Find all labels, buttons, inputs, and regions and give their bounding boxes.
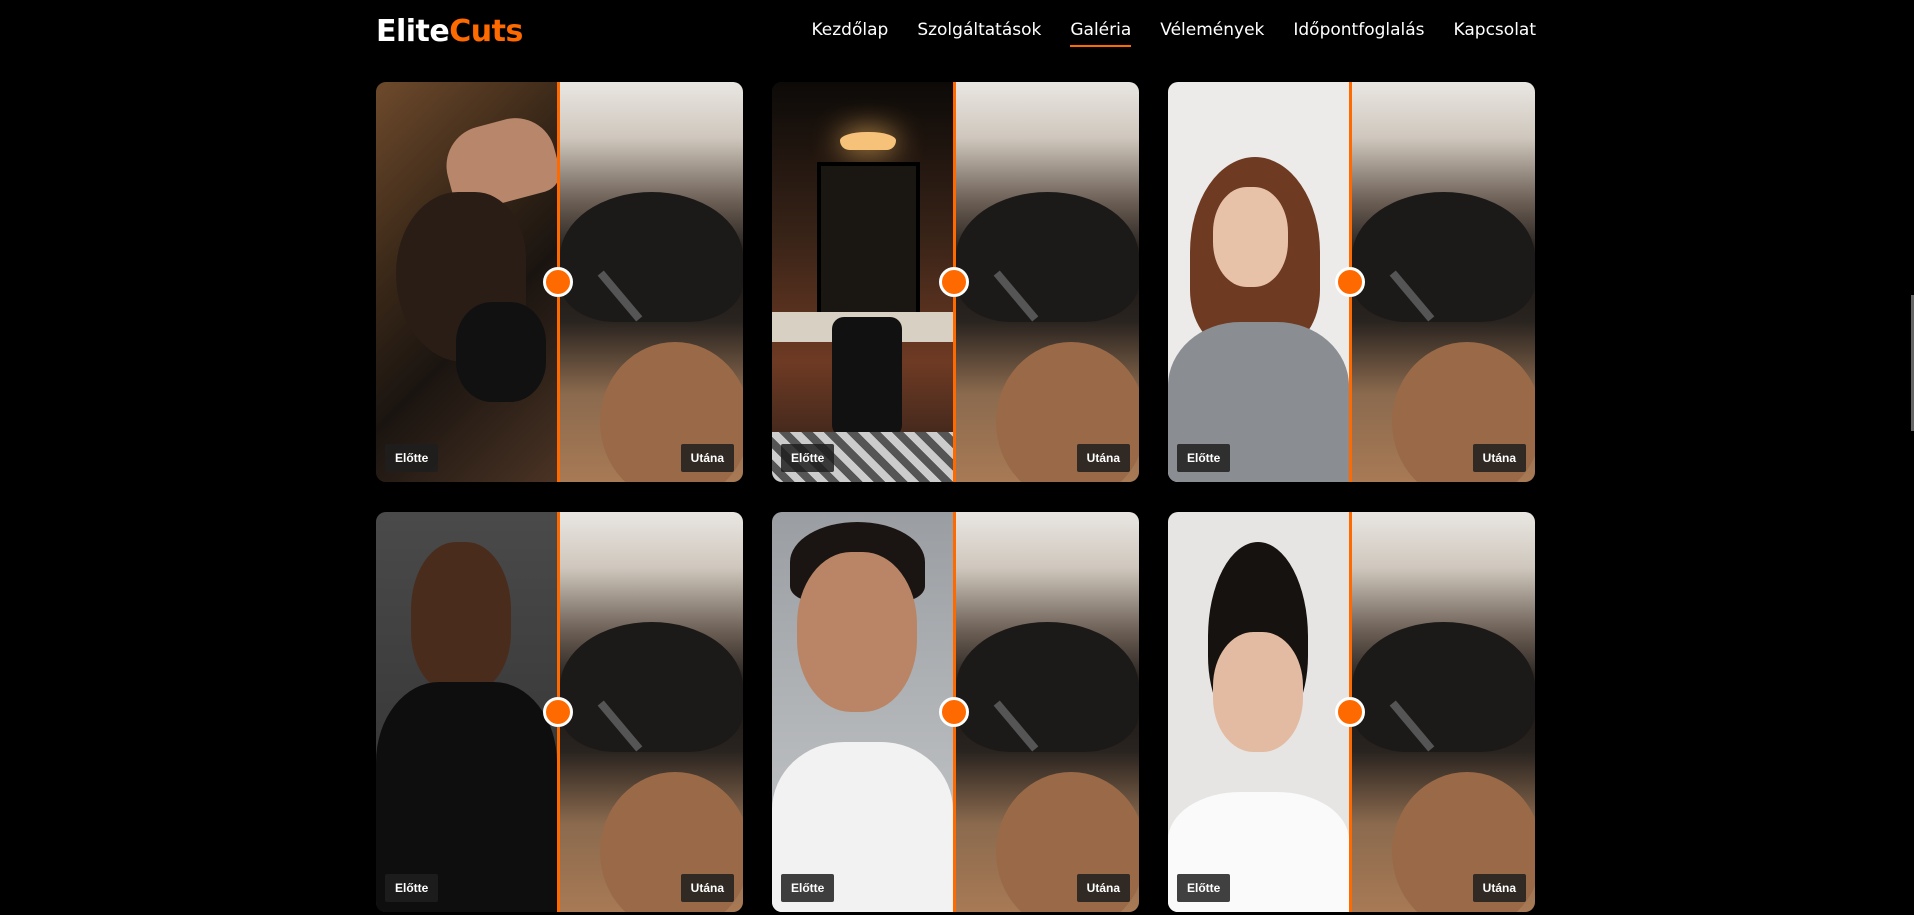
hair-shape xyxy=(956,622,1139,752)
slider-handle[interactable] xyxy=(543,267,573,297)
before-after-card[interactable]: Előtte Utána xyxy=(376,82,743,482)
site-header: EliteCuts Kezdőlap Szolgáltatások Galéri… xyxy=(0,0,1914,66)
after-image xyxy=(956,512,1139,912)
hair-shape xyxy=(1352,192,1535,322)
hair-shape xyxy=(560,192,743,322)
before-image xyxy=(1168,512,1349,912)
face-shape xyxy=(1213,187,1288,287)
before-label: Előtte xyxy=(1177,444,1231,472)
before-label: Előtte xyxy=(385,444,439,472)
before-after-card[interactable]: Előtte Utána xyxy=(772,82,1139,482)
after-image xyxy=(1352,512,1535,912)
main-nav: Kezdőlap Szolgáltatások Galéria Vélemény… xyxy=(812,20,1536,47)
logo-text-cuts: Cuts xyxy=(449,14,523,49)
nav-item-gallery[interactable]: Galéria xyxy=(1070,20,1132,47)
after-image xyxy=(560,82,743,482)
after-label: Utána xyxy=(1472,444,1526,472)
pendant-lamp-shape xyxy=(840,132,896,150)
face-shape xyxy=(1213,632,1303,752)
slider-handle[interactable] xyxy=(939,697,969,727)
before-image xyxy=(772,82,953,482)
before-label: Előtte xyxy=(781,874,835,902)
hair-shape xyxy=(1352,622,1535,752)
nav-item-reviews[interactable]: Vélemények xyxy=(1160,20,1264,47)
nav-item-booking[interactable]: Időpontfoglalás xyxy=(1293,20,1424,47)
mirror-shape xyxy=(817,162,920,320)
after-label: Utána xyxy=(680,874,734,902)
before-label: Előtte xyxy=(385,874,439,902)
slider-handle[interactable] xyxy=(1335,267,1365,297)
before-label: Előtte xyxy=(781,444,835,472)
before-image xyxy=(772,512,953,912)
logo-text-elite: Elite xyxy=(376,14,450,49)
hair-shape xyxy=(560,622,743,752)
site-logo[interactable]: EliteCuts xyxy=(376,14,523,49)
after-image xyxy=(956,82,1139,482)
slider-handle[interactable] xyxy=(1335,697,1365,727)
after-label: Utána xyxy=(1472,874,1526,902)
nav-item-services[interactable]: Szolgáltatások xyxy=(917,20,1041,47)
after-label: Utána xyxy=(680,444,734,472)
before-after-card[interactable]: Előtte Utána xyxy=(772,512,1139,912)
before-image xyxy=(376,82,557,482)
nav-item-home[interactable]: Kezdőlap xyxy=(812,20,889,47)
before-image xyxy=(376,512,557,912)
gallery-grid: Előtte Utána Előtte Utána Előtte Utána E… xyxy=(376,82,1535,912)
slider-handle[interactable] xyxy=(939,267,969,297)
slider-handle[interactable] xyxy=(543,697,573,727)
after-image xyxy=(1352,82,1535,482)
before-label: Előtte xyxy=(1177,874,1231,902)
before-image xyxy=(1168,82,1349,482)
after-label: Utána xyxy=(1076,874,1130,902)
before-after-card[interactable]: Előtte Utána xyxy=(1168,512,1535,912)
face-shape xyxy=(411,542,511,692)
barber-chair-shape xyxy=(832,317,902,437)
face-shape xyxy=(797,552,917,712)
after-image xyxy=(560,512,743,912)
before-after-card[interactable]: Előtte Utána xyxy=(376,512,743,912)
after-label: Utána xyxy=(1076,444,1130,472)
client-beard-shape xyxy=(456,302,546,402)
nav-item-contact[interactable]: Kapcsolat xyxy=(1454,20,1536,47)
hair-shape xyxy=(956,192,1139,322)
before-after-card[interactable]: Előtte Utána xyxy=(1168,82,1535,482)
